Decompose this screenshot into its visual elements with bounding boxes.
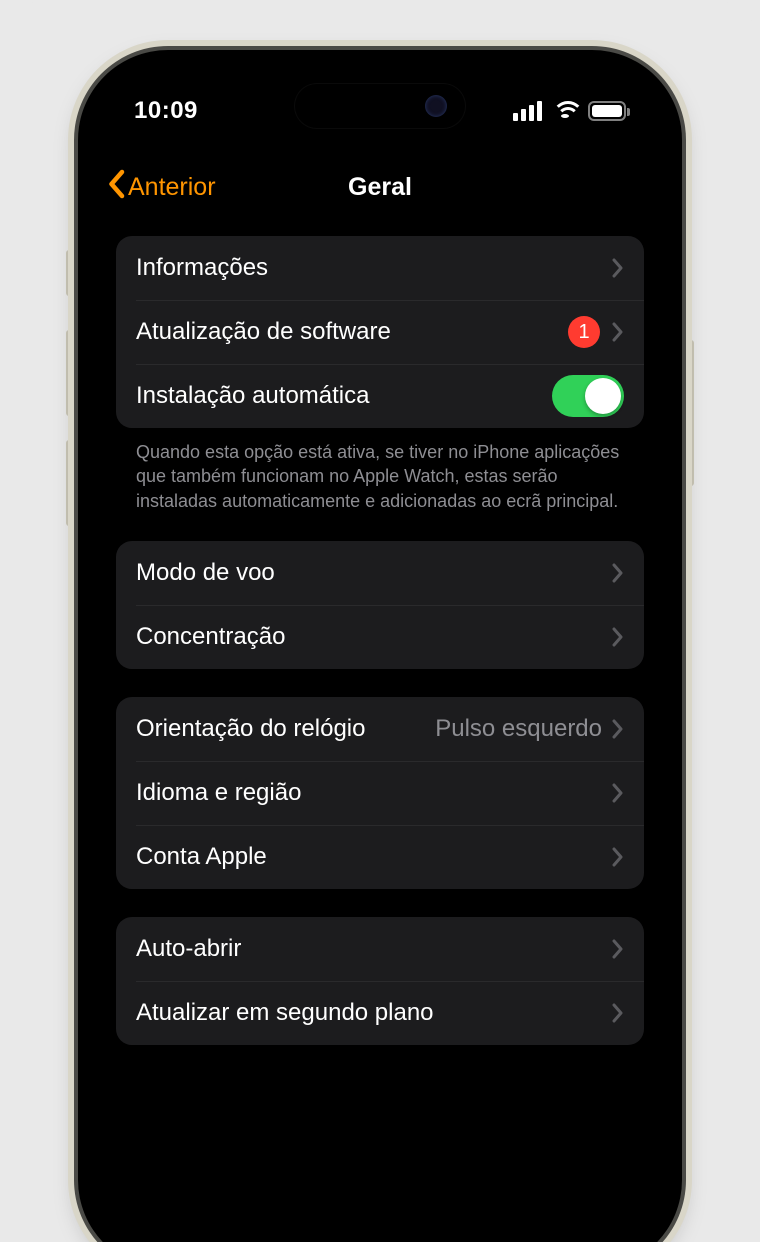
chevron-right-icon: [612, 783, 624, 803]
status-right: [513, 101, 626, 121]
chevron-right-icon: [612, 322, 624, 342]
chevron-right-icon: [612, 258, 624, 278]
phone-power-button: [688, 340, 694, 486]
row-informacoes[interactable]: Informações: [116, 236, 644, 300]
row-label: Atualizar em segundo plano: [136, 999, 612, 1027]
toggle-knob: [585, 378, 621, 414]
chevron-right-icon: [612, 719, 624, 739]
row-label: Modo de voo: [136, 559, 612, 587]
row-concentracao[interactable]: Concentração: [116, 605, 644, 669]
chevron-right-icon: [612, 939, 624, 959]
content-scroll[interactable]: Informações Atualização de software 1 In…: [92, 224, 668, 1242]
row-label: Concentração: [136, 623, 612, 651]
row-atualizar-segundo-plano[interactable]: Atualizar em segundo plano: [116, 981, 644, 1045]
front-camera-icon: [425, 95, 447, 117]
dynamic-island: [295, 84, 465, 128]
row-instalacao-automatica: Instalação automática: [116, 364, 644, 428]
row-modo-de-voo[interactable]: Modo de voo: [116, 541, 644, 605]
chevron-right-icon: [612, 1003, 624, 1023]
battery-icon: [588, 101, 626, 121]
phone-volume-up: [66, 330, 72, 416]
phone-volume-down: [66, 440, 72, 526]
update-badge: 1: [568, 316, 600, 348]
back-button[interactable]: Anterior: [106, 169, 216, 206]
settings-group-0: Informações Atualização de software 1 In…: [116, 236, 644, 428]
row-label: Atualização de software: [136, 318, 568, 346]
wifi-icon: [552, 101, 578, 121]
row-label: Informações: [136, 254, 612, 282]
row-orientacao-relogio[interactable]: Orientação do relógio Pulso esquerdo: [116, 697, 644, 761]
row-label: Instalação automática: [136, 382, 552, 410]
phone-mute-switch: [66, 250, 72, 296]
chevron-right-icon: [612, 847, 624, 867]
settings-group-3: Auto-abrir Atualizar em segundo plano: [116, 917, 644, 1045]
chevron-right-icon: [612, 563, 624, 583]
group-0-footer: Quando esta opção está ativa, se tiver n…: [116, 428, 644, 513]
row-atualizacao-software[interactable]: Atualização de software 1: [116, 300, 644, 364]
screen: 10:09 Anterior Geral: [92, 64, 668, 1242]
back-label: Anterior: [128, 173, 216, 202]
row-value: Pulso esquerdo: [435, 715, 602, 743]
nav-bar: Anterior Geral: [92, 160, 668, 214]
page-title: Geral: [348, 173, 412, 202]
toggle-instalacao-automatica[interactable]: [552, 375, 624, 417]
row-label: Conta Apple: [136, 843, 612, 871]
phone-frame: 10:09 Anterior Geral: [78, 50, 682, 1242]
settings-group-1: Modo de voo Concentração: [116, 541, 644, 669]
row-conta-apple[interactable]: Conta Apple: [116, 825, 644, 889]
row-idioma-regiao[interactable]: Idioma e região: [116, 761, 644, 825]
row-label: Idioma e região: [136, 779, 612, 807]
status-time: 10:09: [134, 97, 198, 125]
row-auto-abrir[interactable]: Auto-abrir: [116, 917, 644, 981]
row-label: Auto-abrir: [136, 935, 612, 963]
chevron-right-icon: [612, 627, 624, 647]
stage: 10:09 Anterior Geral: [0, 0, 760, 1242]
chevron-left-icon: [106, 169, 126, 206]
row-label: Orientação do relógio: [136, 715, 435, 743]
cellular-icon: [513, 101, 542, 121]
settings-group-2: Orientação do relógio Pulso esquerdo Idi…: [116, 697, 644, 889]
